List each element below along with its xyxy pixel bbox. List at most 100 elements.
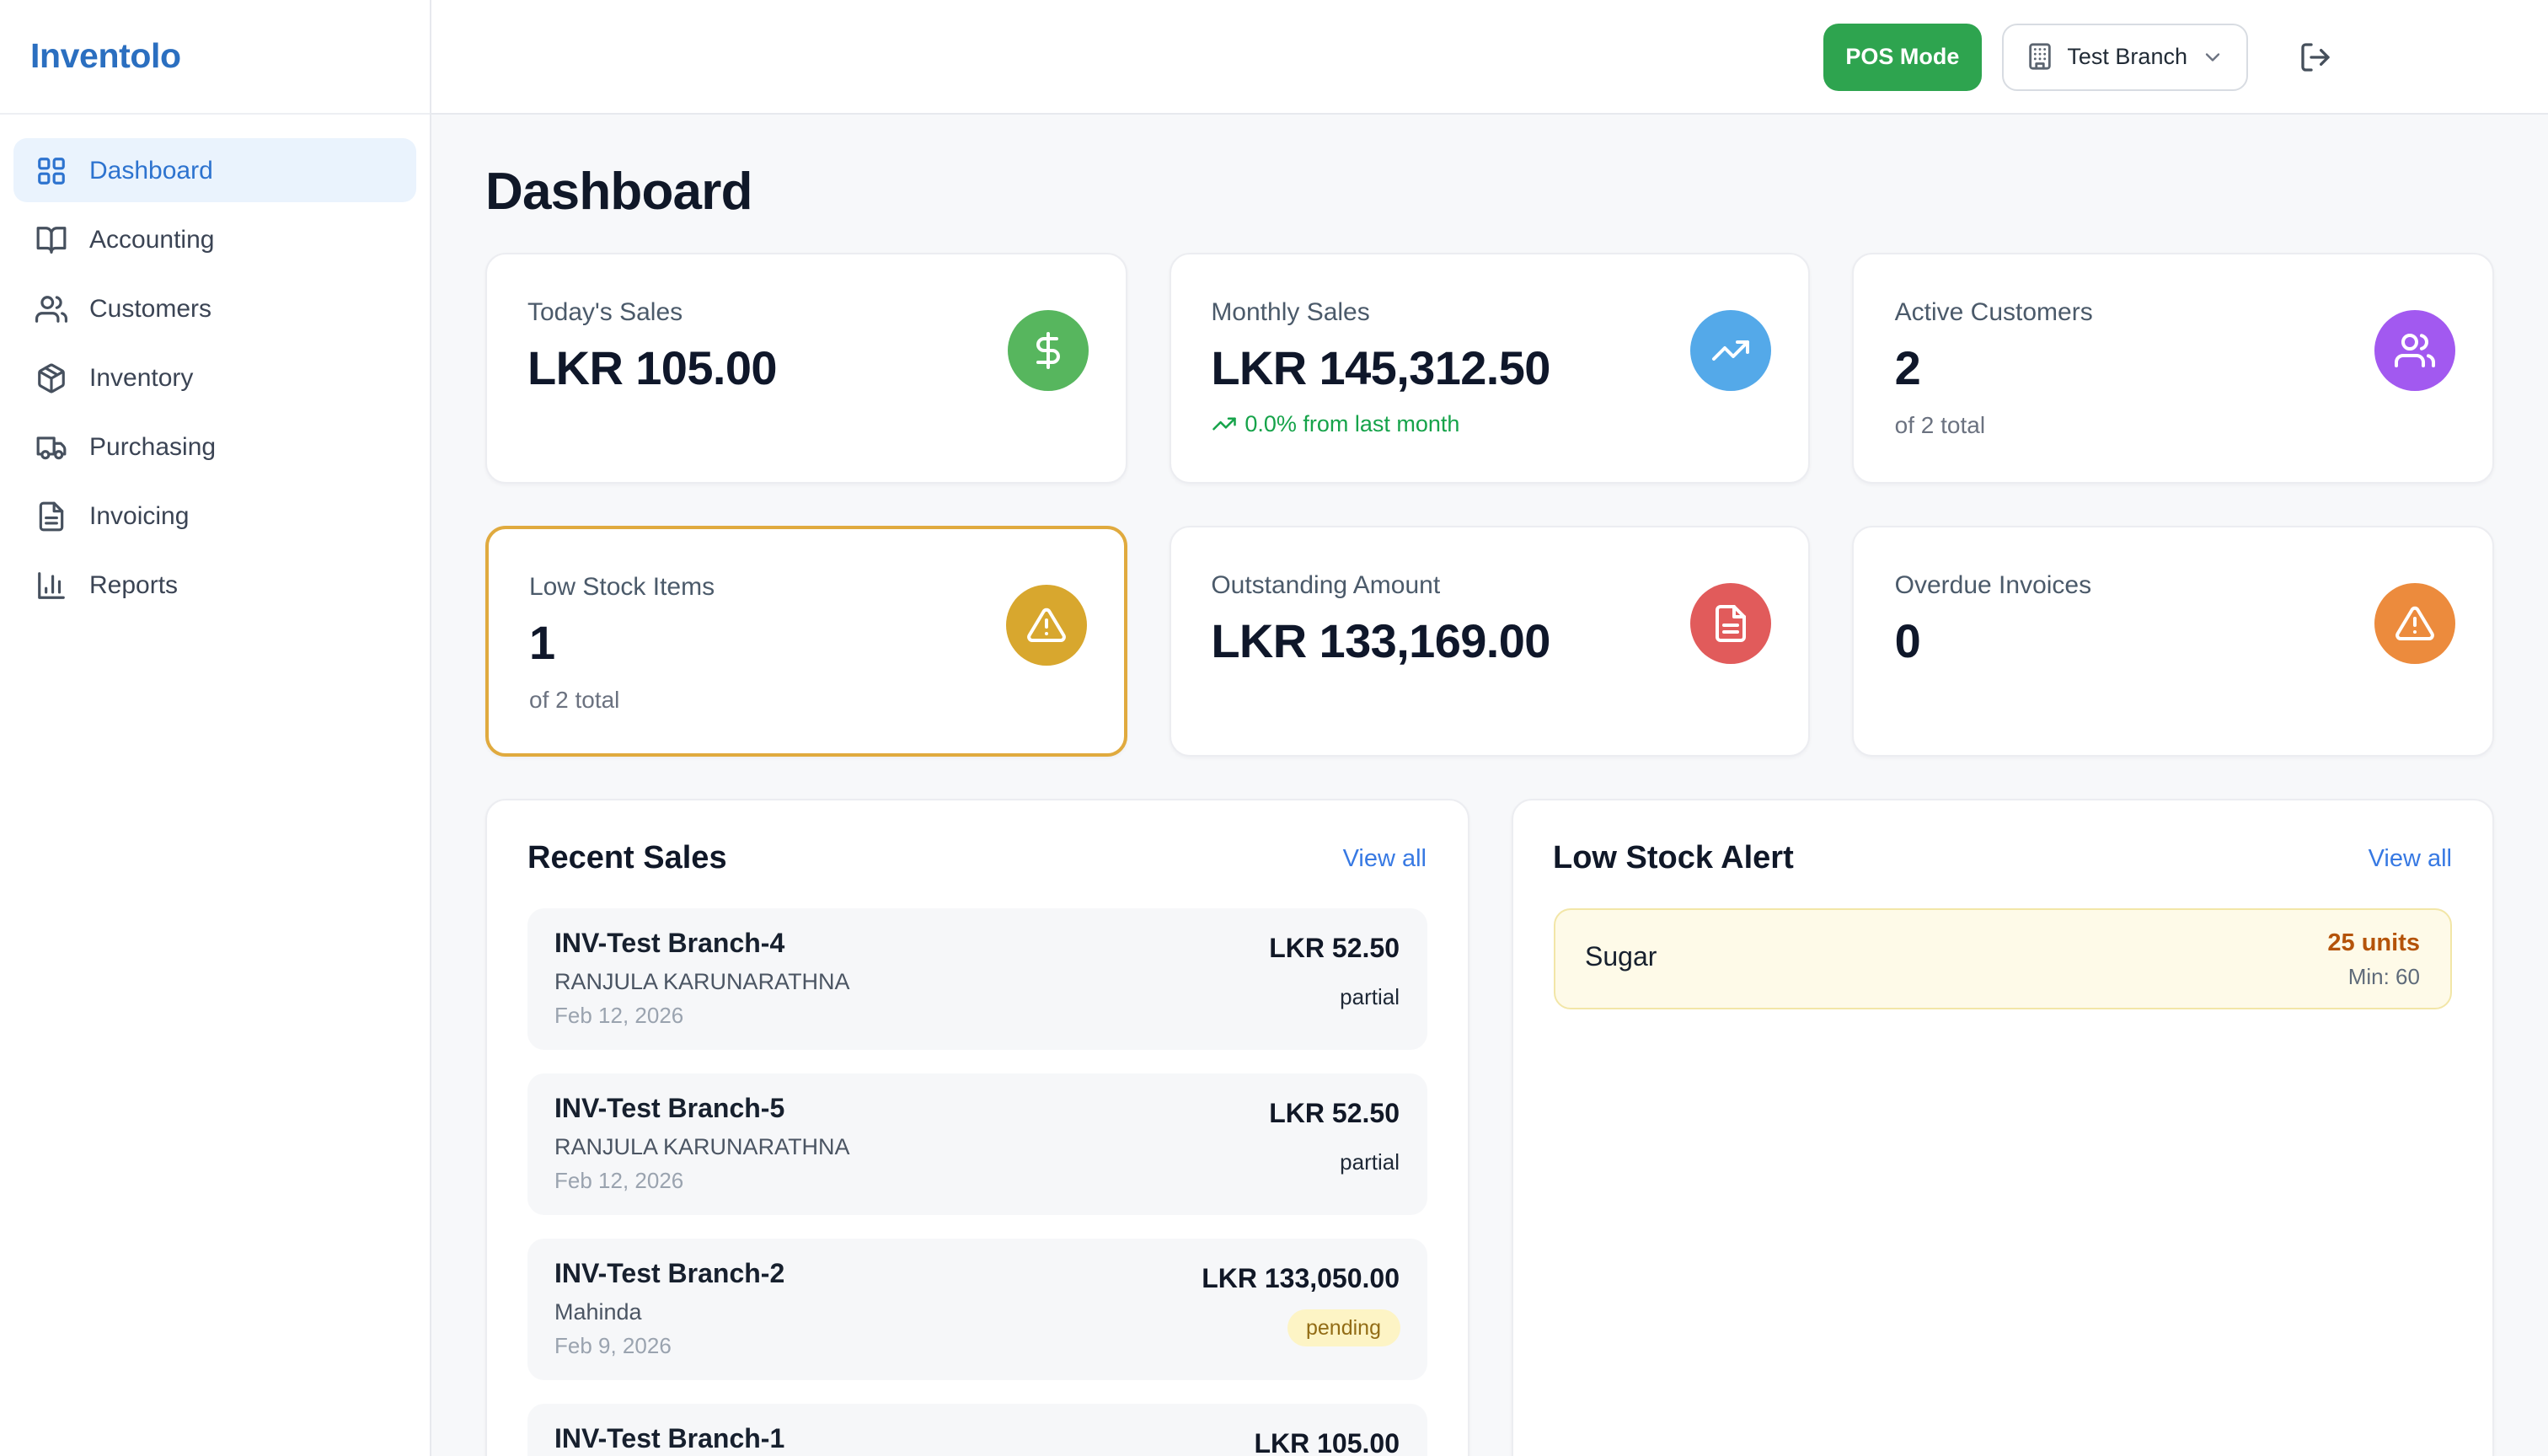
low-stock-panel: Low Stock Alert View all Sugar25 unitsMi… <box>1511 799 2494 1456</box>
stat-card-active-customers: Active Customers 2 of 2 total <box>1853 253 2494 484</box>
sale-date: Feb 12, 2026 <box>554 1168 850 1193</box>
app-root: Inventolo Dashboard Accounting Customers In… <box>0 0 2548 1456</box>
sidebar-item-label: Invoicing <box>89 501 189 530</box>
sale-customer: RANJULA KARUNARATHNA <box>554 969 850 994</box>
file-text-icon <box>1711 603 1752 644</box>
sidebar-item-label: Reports <box>89 570 178 599</box>
chevron-down-icon <box>2201 45 2224 68</box>
sidebar-item-customers[interactable]: Customers <box>13 276 416 340</box>
stat-icon-circle <box>1005 585 1086 666</box>
users-icon <box>2395 330 2435 371</box>
sale-item-left: INV-Test Branch-5 RANJULA KARUNARATHNA Feb… <box>554 1095 850 1193</box>
sale-invoice: INV-Test Branch-2 <box>554 1261 784 1291</box>
sale-item-left: INV-Test Branch-2 Mahinda Feb 9, 2026 <box>554 1261 784 1358</box>
stat-icon-circle <box>1691 583 1772 664</box>
recent-sales-header: Recent Sales View all <box>527 841 1427 878</box>
stat-trend: 0.0% from last month <box>1211 411 1768 436</box>
branch-selector[interactable]: Test Branch <box>2001 23 2248 90</box>
alert-triangle-icon <box>2395 603 2435 644</box>
stat-label: Active Customers <box>1895 298 2452 327</box>
sidebar-item-label: Inventory <box>89 363 193 392</box>
dashboard-content: Dashboard Today's Sales LKR 105.00 Monthly… <box>431 115 2548 1456</box>
stat-subtext: of 2 total <box>529 686 1083 713</box>
sale-amount: LKR 133,050.00 <box>1202 1266 1400 1296</box>
low-stock-min: Min: 60 <box>2348 963 2420 988</box>
recent-sales-list: INV-Test Branch-4 RANJULA KARUNARATHNA Feb… <box>527 908 1427 1456</box>
book-open-icon <box>35 223 67 255</box>
sale-status-partial: partial <box>1340 1149 1400 1175</box>
topbar: POS Mode Test Branch <box>431 0 2548 115</box>
stat-card-outstanding-amount: Outstanding AmountLKR 133,169.00 <box>1169 526 1810 757</box>
truck-icon <box>35 431 67 463</box>
branch-label: Test Branch <box>2067 44 2187 69</box>
stat-icon-circle <box>1691 310 1772 391</box>
sale-item[interactable]: INV-Test Branch-4 RANJULA KARUNARATHNA Feb… <box>527 908 1427 1050</box>
page-title: Dashboard <box>485 162 2494 222</box>
recent-sales-panel: Recent Sales View all INV-Test Branch-4 R… <box>485 799 1469 1456</box>
low-stock-title: Low Stock Alert <box>1553 841 1794 878</box>
stat-value: LKR 133,169.00 <box>1211 615 1768 669</box>
bar-chart-icon <box>35 569 67 601</box>
logout-button[interactable] <box>2299 40 2332 73</box>
sale-status-partial: partial <box>1340 984 1400 1009</box>
sale-item[interactable]: INV-Test Branch-2 Mahinda Feb 9, 2026 LKR 1… <box>527 1239 1427 1380</box>
sale-item-left: INV-Test Branch-4 RANJULA KARUNARATHNA Feb… <box>554 930 850 1028</box>
sidebar-item-accounting[interactable]: Accounting <box>13 207 416 271</box>
pos-mode-button[interactable]: POS Mode <box>1823 23 1981 90</box>
low-stock-quantity: 25 units <box>2327 929 2420 956</box>
low-stock-item-right: 25 units Min: 60 <box>2327 929 2420 988</box>
stat-card-monthly-sales: Monthly SalesLKR 145,312.500.0% from las… <box>1169 253 1810 484</box>
sale-invoice: INV-Test Branch-4 <box>554 930 850 961</box>
dollar-sign-icon <box>1027 330 1068 371</box>
logo-container: Inventolo <box>0 0 430 115</box>
file-text-icon <box>35 500 67 532</box>
alert-triangle-icon <box>1025 605 1066 645</box>
sale-item-right: LKR 52.50 partial <box>1269 930 1400 1028</box>
stat-trend-text: 0.0% from last month <box>1245 411 1459 436</box>
stat-label: Low Stock Items <box>529 573 1083 602</box>
sidebar-nav: Dashboard Accounting Customers Inventory Pur… <box>0 115 430 617</box>
sale-invoice: INV-Test Branch-5 <box>554 1095 850 1126</box>
stat-subtext: of 2 total <box>1895 411 2452 438</box>
low-stock-view-all-link[interactable]: View all <box>2369 846 2452 873</box>
sale-item[interactable]: INV-Test Branch-1LKR 105.00 <box>527 1404 1427 1456</box>
stat-icon-circle <box>1007 310 1088 391</box>
sidebar-item-purchasing[interactable]: Purchasing <box>13 415 416 479</box>
stat-card-today-s-sales: Today's Sales LKR 105.00 <box>485 253 1127 484</box>
stat-label: Overdue Invoices <box>1895 571 2452 600</box>
trending-up-icon <box>1711 330 1752 371</box>
recent-sales-view-all-link[interactable]: View all <box>1343 846 1427 873</box>
recent-sales-title: Recent Sales <box>527 841 727 878</box>
low-stock-list: Sugar25 unitsMin: 60 <box>1553 908 2452 1009</box>
main-column: POS Mode Test Branch Dashboard Today's S… <box>431 0 2548 1456</box>
low-stock-item[interactable]: Sugar25 unitsMin: 60 <box>1553 908 2452 1009</box>
sidebar-item-reports[interactable]: Reports <box>13 553 416 617</box>
sidebar-item-label: Dashboard <box>89 156 213 185</box>
users-icon <box>35 292 67 324</box>
sidebar-item-dashboard[interactable]: Dashboard <box>13 138 416 202</box>
sale-customer: Mahinda <box>554 1299 784 1325</box>
building-icon <box>2025 42 2053 71</box>
sale-date: Feb 12, 2026 <box>554 1003 850 1028</box>
sale-item[interactable]: INV-Test Branch-5 RANJULA KARUNARATHNA Feb… <box>527 1073 1427 1215</box>
sidebar-item-inventory[interactable]: Inventory <box>13 345 416 410</box>
sale-date: Feb 9, 2026 <box>554 1333 784 1358</box>
stat-cards-grid: Today's Sales LKR 105.00 Monthly SalesLKR … <box>485 253 2494 757</box>
sale-amount: LKR 52.50 <box>1269 935 1400 966</box>
stat-icon-circle <box>2374 310 2455 391</box>
sale-customer: RANJULA KARUNARATHNA <box>554 1134 850 1159</box>
sale-status-pending: pending <box>1287 1309 1400 1346</box>
sale-amount: LKR 52.50 <box>1269 1100 1400 1131</box>
stat-card-overdue-invoices: Overdue Invoices0 <box>1853 526 2494 757</box>
package-icon <box>35 361 67 393</box>
sidebar-item-label: Accounting <box>89 225 214 254</box>
stat-card-low-stock-items: Low Stock Items1of 2 total <box>485 526 1127 757</box>
panels-row: Recent Sales View all INV-Test Branch-4 R… <box>485 799 2494 1456</box>
stat-value: LKR 105.00 <box>527 342 1084 396</box>
logout-icon <box>2299 40 2332 73</box>
stat-value: 2 <box>1895 342 2452 396</box>
stat-label: Today's Sales <box>527 298 1084 327</box>
sale-item-left: INV-Test Branch-1 <box>554 1426 784 1456</box>
sidebar-item-invoicing[interactable]: Invoicing <box>13 484 416 548</box>
stat-icon-circle <box>2374 583 2455 664</box>
